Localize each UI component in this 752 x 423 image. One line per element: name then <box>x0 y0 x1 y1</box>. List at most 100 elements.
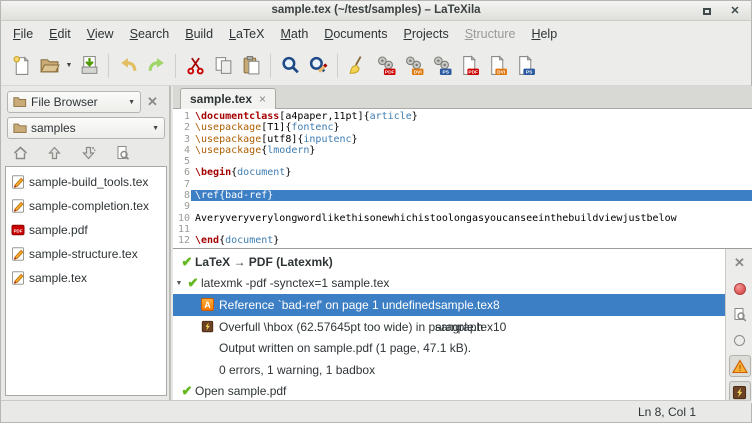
show-details-button[interactable] <box>729 304 751 326</box>
show-warnings-toggle[interactable]: ! <box>729 355 751 377</box>
badbox-file: sample.tex <box>435 320 493 334</box>
save-button[interactable] <box>75 51 103 81</box>
build-row-badbox[interactable]: Overfull \hbox (62.57645pt too wide) in … <box>173 316 725 338</box>
copy-button[interactable] <box>209 51 237 81</box>
redo-button[interactable] <box>142 51 170 81</box>
folder-open-icon <box>13 96 27 108</box>
jump-to-active-document-button[interactable] <box>77 143 99 163</box>
status-bar: Ln 8, Col 1 <box>1 400 751 422</box>
build-view: ✔ LaTeX → PDF (Latexmk) ▼ ✔ latexmk -pdf… <box>173 248 752 402</box>
parent-folder-button[interactable] <box>43 143 65 163</box>
menu-structure: Structure <box>457 23 524 45</box>
build-pdf-button[interactable]: PDF <box>371 51 399 81</box>
paste-button[interactable] <box>237 51 265 81</box>
pdf-file-icon: PDF <box>11 223 25 237</box>
side-panel-close-button[interactable]: ✕ <box>147 94 158 110</box>
tab-bar: sample.tex × <box>173 86 752 109</box>
search-button[interactable] <box>276 51 304 81</box>
badbox-icon <box>201 320 214 333</box>
menu-search[interactable]: Search <box>122 23 178 45</box>
build-row-summary[interactable]: 0 errors, 1 warning, 1 badbox <box>173 359 725 381</box>
open-file-button[interactable] <box>35 51 63 81</box>
menu-documents[interactable]: Documents <box>316 23 395 45</box>
build-dvi-button[interactable]: DVI <box>399 51 427 81</box>
svg-text:PDF: PDF <box>14 228 23 233</box>
menu-help[interactable]: Help <box>523 23 565 45</box>
clean-build-files-button[interactable] <box>343 51 371 81</box>
menu-edit[interactable]: Edit <box>41 23 79 45</box>
code-line[interactable]: 3\usepackage[utf8]{inputenc} <box>173 134 752 145</box>
warning-file: sample.tex <box>435 298 493 312</box>
menu-build[interactable]: Build <box>177 23 221 45</box>
build-row-job-title[interactable]: ✔ LaTeX → PDF (Latexmk) <box>173 251 725 273</box>
build-row-open-pdf[interactable]: ✔ Open sample.pdf <box>173 381 725 403</box>
source-editor[interactable]: 1\documentclass[a4paper,11pt]{article} 2… <box>173 109 752 248</box>
abort-icon <box>734 283 746 295</box>
code-line[interactable]: 9 <box>173 201 752 212</box>
cut-button[interactable] <box>181 51 209 81</box>
menu-file[interactable]: File <box>5 23 41 45</box>
chevron-down-icon: ▼ <box>128 99 135 106</box>
open-recent-dropdown[interactable]: ▼ <box>63 51 75 81</box>
toolbar-separator <box>175 54 176 78</box>
latexila-window: sample.tex (~/test/samples) – LaTeXila ✕… <box>0 0 752 423</box>
expander-icon[interactable]: ▼ <box>173 280 185 287</box>
new-file-button[interactable] <box>7 51 35 81</box>
tab-close-icon[interactable]: × <box>259 92 266 106</box>
cursor-position: Ln 8, Col 1 <box>638 405 696 419</box>
build-row-output[interactable]: Output written on sample.pdf (1 page, 47… <box>173 337 725 359</box>
build-row-warning[interactable]: A Reference `bad-ref' on page 1 undefine… <box>173 294 725 316</box>
maximize-button[interactable] <box>701 5 713 17</box>
view-ps-button[interactable]: PS <box>511 51 539 81</box>
badbox-line: 10 <box>493 320 506 334</box>
abort-button[interactable] <box>729 278 751 300</box>
svg-text:PS: PS <box>525 70 532 76</box>
file-item[interactable]: PDF sample.pdf <box>6 218 166 242</box>
code-line[interactable]: 11 <box>173 224 752 235</box>
menu-math[interactable]: Math <box>272 23 316 45</box>
build-close-button[interactable]: ✕ <box>729 252 751 274</box>
code-line[interactable]: 1\documentclass[a4paper,11pt]{article} <box>173 111 752 122</box>
code-line[interactable]: 2\usepackage[T1]{fontenc} <box>173 122 752 133</box>
file-item[interactable]: sample-build_tools.tex <box>6 170 166 194</box>
code-line[interactable]: 12\end{document} <box>173 235 752 246</box>
details-magnifier-icon <box>732 307 748 323</box>
home-button[interactable] <box>9 143 31 163</box>
undo-button[interactable] <box>114 51 142 81</box>
code-line[interactable]: 6\begin{document} <box>173 167 752 178</box>
tab-sample-tex[interactable]: sample.tex × <box>180 88 276 109</box>
search-replace-button[interactable] <box>304 51 332 81</box>
file-item[interactable]: sample.tex <box>6 266 166 290</box>
view-pdf-icon: PDF <box>459 55 480 76</box>
code-line[interactable]: 4\usepackage{lmodern} <box>173 145 752 156</box>
file-item[interactable]: sample-completion.tex <box>6 194 166 218</box>
history-button[interactable] <box>729 329 751 351</box>
folder-icon <box>13 122 27 134</box>
menu-latex[interactable]: LaTeX <box>221 23 272 45</box>
maximize-icon <box>703 8 711 15</box>
file-name: sample-structure.tex <box>29 247 138 261</box>
svg-text:PDF: PDF <box>468 70 478 76</box>
new-file-icon <box>11 55 32 76</box>
code-line[interactable]: 5 <box>173 156 752 167</box>
code-line-selected[interactable]: 8\ref{bad-ref} <box>173 190 752 201</box>
file-item[interactable]: sample-structure.tex <box>6 242 166 266</box>
close-button[interactable]: ✕ <box>729 5 741 17</box>
build-row-command[interactable]: ▼ ✔ latexmk -pdf -synctex=1 sample.tex <box>173 273 725 295</box>
folder-combo[interactable]: samples ▼ <box>7 117 165 139</box>
code-line[interactable]: 10Averyveryverylongwordlikethisonewhichi… <box>173 213 752 224</box>
refresh-button[interactable] <box>111 143 133 163</box>
document-magnifier-icon <box>114 145 131 161</box>
build-ps-button[interactable]: PS <box>427 51 455 81</box>
code-line[interactable]: 7 <box>173 179 752 190</box>
tex-file-icon <box>11 175 25 189</box>
view-pdf-button[interactable]: PDF <box>455 51 483 81</box>
broom-icon <box>347 55 368 76</box>
close-icon: ✕ <box>730 6 739 17</box>
history-icon <box>734 335 745 346</box>
view-dvi-button[interactable]: DVI <box>483 51 511 81</box>
side-panel-selector[interactable]: File Browser ▼ <box>7 91 141 113</box>
menu-view[interactable]: View <box>79 23 122 45</box>
tex-file-icon <box>11 199 25 213</box>
menu-projects[interactable]: Projects <box>396 23 457 45</box>
